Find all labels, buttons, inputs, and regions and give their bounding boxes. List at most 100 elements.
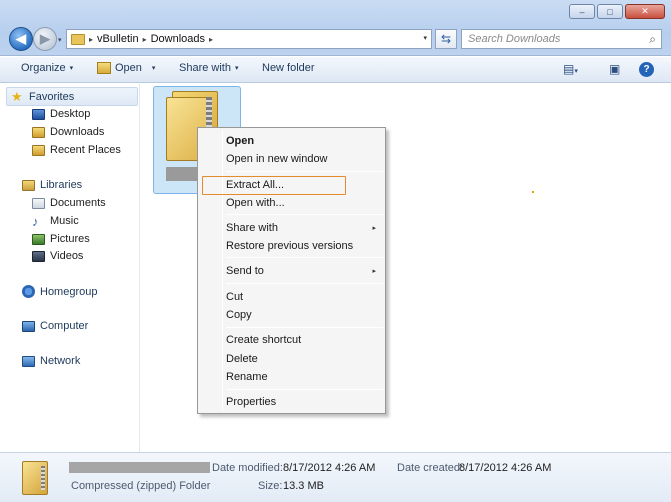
menu-item-copy[interactable]: Copy [226, 309, 252, 321]
nav-libraries-label: Libraries [40, 179, 83, 191]
address-bar[interactable]: ▸ vBulletin ▸ Downloads ▸ ▾ [66, 29, 432, 49]
menu-item-open[interactable]: Open [226, 135, 254, 147]
maximize-button[interactable]: □ [597, 4, 623, 19]
nav-item-pictures[interactable]: Pictures [32, 233, 90, 245]
menu-item-delete[interactable]: Delete [226, 353, 258, 365]
nav-item-label: Pictures [50, 233, 90, 245]
nav-item-documents[interactable]: Documents [32, 197, 106, 209]
menu-item-restore-previous-versions[interactable]: Restore previous versions [226, 240, 353, 252]
breadcrumb-vbulletin[interactable]: vBulletin [97, 33, 139, 45]
menu-item-properties[interactable]: Properties [226, 396, 276, 408]
nav-favorites[interactable]: ★ Favorites [6, 87, 138, 106]
nav-homegroup[interactable]: Homegroup [22, 285, 97, 298]
nav-item-downloads[interactable]: Downloads [32, 126, 104, 138]
nav-item-label: Videos [50, 250, 84, 262]
menu-item-create-shortcut[interactable]: Create shortcut [226, 334, 301, 346]
nav-computer[interactable]: Computer [22, 320, 88, 332]
open-label: Open [115, 62, 142, 74]
menu-separator [226, 214, 383, 215]
share-with-button[interactable]: Share with ▾ [179, 62, 239, 74]
breadcrumb-downloads[interactable]: Downloads [151, 33, 205, 45]
menu-item-open-with[interactable]: Open with... [226, 197, 285, 209]
nav-network[interactable]: Network [22, 355, 80, 367]
recent-pages-dropdown[interactable]: ▾ [58, 36, 62, 44]
nav-homegroup-label: Homegroup [40, 285, 98, 298]
menu-separator [226, 171, 383, 172]
date-modified-value: 8/17/2012 4:26 AM [283, 462, 376, 474]
help-button[interactable]: ? [639, 62, 654, 77]
arrow-left-icon: ◀ [16, 31, 26, 46]
context-menu: Open Open in new window Extract All... O… [197, 127, 386, 414]
share-with-label: Share with [179, 62, 231, 74]
new-folder-button[interactable]: New folder [262, 62, 315, 74]
preview-pane-icon: ▣ [609, 62, 621, 76]
forward-button[interactable]: ▶ [33, 27, 57, 51]
nav-favorites-label: Favorites [29, 90, 75, 103]
menu-separator [226, 327, 383, 328]
computer-icon [22, 320, 35, 332]
nav-item-recent-places[interactable]: Recent Places [32, 144, 121, 156]
search-placeholder: Search Downloads [468, 33, 561, 45]
refresh-button[interactable]: ⇆ [435, 29, 457, 49]
nav-libraries[interactable]: Libraries [22, 179, 82, 191]
cursor-dot [532, 191, 534, 193]
refresh-icon: ⇆ [440, 32, 452, 46]
search-input[interactable]: Search Downloads ⌕ [461, 29, 662, 49]
menu-item-share-with[interactable]: Share with [226, 222, 278, 234]
preview-pane-button[interactable]: ▣ [609, 62, 620, 76]
breadcrumb-separator[interactable]: ▸ [209, 35, 213, 44]
nav-network-label: Network [40, 355, 81, 367]
organize-label: Organize [21, 62, 66, 74]
help-icon: ? [639, 62, 654, 77]
videos-icon [32, 250, 45, 262]
breadcrumb-separator[interactable]: ▸ [143, 35, 147, 44]
zipper-icon [41, 466, 45, 490]
view-options-button[interactable]: ▤▾ [563, 62, 578, 76]
menu-separator [226, 257, 383, 258]
navigation-pane: ★ Favorites Desktop Downloads Recent Pla… [0, 84, 140, 452]
folder-icon [71, 33, 85, 45]
nav-computer-label: Computer [40, 320, 89, 332]
menu-item-rename[interactable]: Rename [226, 371, 268, 383]
back-button[interactable]: ◀ [9, 27, 33, 51]
music-icon: ♪ [32, 213, 39, 229]
menu-item-cut[interactable]: Cut [226, 291, 243, 303]
menu-separator [226, 283, 383, 284]
chevron-down-icon: ▾ [69, 65, 74, 72]
nav-item-label: Recent Places [50, 144, 121, 156]
address-dropdown[interactable]: ▾ [423, 34, 427, 42]
size-label: Size: [258, 480, 283, 492]
file-type: Compressed (zipped) Folder [71, 480, 211, 492]
zip-folder-icon [22, 461, 48, 495]
organize-button[interactable]: Organize ▾ [21, 62, 73, 74]
network-icon [22, 355, 35, 367]
pictures-icon [32, 233, 45, 245]
nav-item-label: Documents [50, 197, 106, 209]
libraries-icon [22, 179, 35, 191]
arrow-right-icon: ▶ [40, 31, 50, 46]
minimize-button[interactable]: – [569, 4, 595, 19]
chevron-down-icon: ▾ [234, 65, 239, 72]
breadcrumb-separator[interactable]: ▸ [89, 35, 93, 44]
recent-places-icon [32, 144, 45, 156]
open-button[interactable]: Open ▾ [97, 62, 155, 74]
nav-item-label: Desktop [50, 108, 91, 120]
documents-icon [32, 197, 45, 209]
nav-item-label: Downloads [50, 126, 105, 138]
chevron-down-icon: ▾ [151, 65, 156, 72]
open-icon [97, 62, 111, 74]
menu-item-extract-all[interactable]: Extract All... [226, 179, 284, 191]
nav-item-music[interactable]: ♪ Music [32, 213, 79, 229]
size-value: 13.3 MB [283, 480, 324, 492]
menu-item-open-new-window[interactable]: Open in new window [226, 153, 328, 165]
submenu-arrow-icon: ▸ [372, 268, 376, 275]
nav-item-videos[interactable]: Videos [32, 250, 83, 262]
command-bar: Organize ▾ Open ▾ Share with ▾ New folde… [0, 57, 671, 83]
nav-item-desktop[interactable]: Desktop [32, 108, 90, 120]
view-icon: ▤ [563, 62, 575, 76]
details-pane: Compressed (zipped) Folder Date modified… [0, 452, 671, 502]
menu-item-send-to[interactable]: Send to [226, 265, 264, 277]
date-created-value: 8/17/2012 4:26 AM [459, 462, 552, 474]
close-button[interactable]: ✕ [625, 4, 665, 19]
window-controls: – □ ✕ [569, 4, 665, 19]
